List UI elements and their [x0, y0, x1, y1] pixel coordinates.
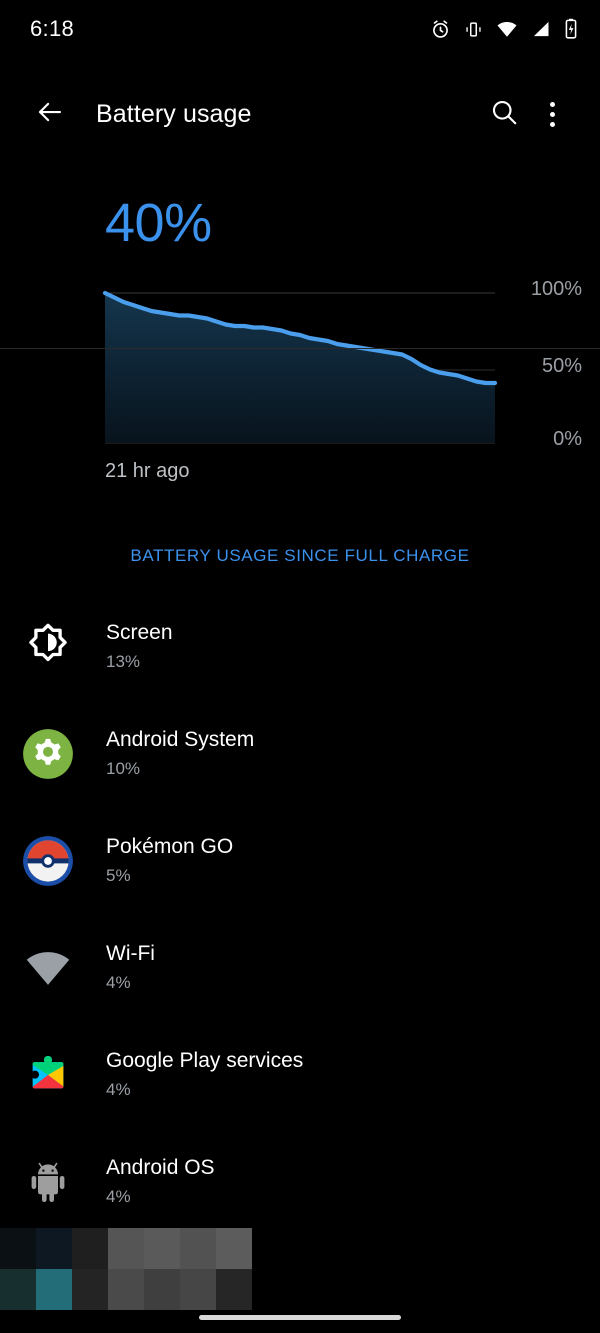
battery-history-chart: 100% 50% 0%: [0, 275, 600, 450]
vibrate-icon: [464, 20, 483, 39]
usage-item-title: Android System: [106, 728, 255, 751]
redacted-pixel-block: [72, 1228, 108, 1269]
google-play-icon: [32, 1055, 64, 1088]
usage-list-item[interactable]: Pokémon GO 5%: [0, 807, 600, 914]
pokeball-icon: [20, 833, 76, 889]
usage-item-title: Google Play services: [106, 1049, 304, 1072]
settings-gear-icon: [20, 726, 76, 782]
usage-item-title: Screen: [106, 621, 173, 644]
chart-axis-labels: 100% 50% 0%: [500, 275, 582, 450]
back-button[interactable]: [26, 90, 74, 138]
search-button[interactable]: [480, 90, 528, 138]
usage-item-percent: 4%: [106, 1080, 131, 1099]
google-play-icon: [20, 1047, 76, 1103]
brightness-icon: [20, 619, 76, 675]
battery-chart-section: 40% 100% 50% 0% 21 hr ago: [0, 160, 600, 508]
home-gesture-pill[interactable]: [199, 1315, 401, 1320]
redacted-pixel-block: [216, 1228, 252, 1269]
axis-label-50: 50%: [541, 355, 582, 377]
usage-item-text: Android OS 4%: [106, 1154, 215, 1209]
status-bar: 6:18: [0, 0, 600, 58]
app-bar: Battery usage: [0, 76, 600, 152]
cellular-signal-icon: [531, 19, 551, 39]
axis-label-100: 100%: [530, 278, 582, 300]
redacted-pixel-block: [216, 1269, 252, 1310]
redacted-pixel-block: [108, 1269, 144, 1310]
usage-list-item[interactable]: Google Play services 4%: [0, 1021, 600, 1128]
usage-item-text: Screen 13%: [106, 619, 173, 674]
redacted-pixel-block: [0, 1269, 36, 1310]
usage-item-percent: 4%: [106, 1187, 131, 1206]
usage-list-item[interactable]: Wi-Fi 4%: [0, 914, 600, 1021]
redacted-pixel-block: [108, 1228, 144, 1269]
wifi-icon: [496, 18, 518, 40]
chart-area-fill: [105, 293, 495, 443]
pokeball-icon: [23, 835, 73, 886]
redacted-pixel-block: [144, 1228, 180, 1269]
redacted-content-row: [0, 1228, 600, 1314]
usage-item-title: Android OS: [106, 1156, 215, 1179]
back-arrow-icon: [35, 97, 65, 132]
usage-item-percent: 5%: [106, 866, 131, 885]
usage-item-title: Pokémon GO: [106, 835, 234, 858]
overflow-menu-icon: [549, 101, 555, 127]
battery-usage-list: Screen 13% Android System 10% Pokémon GO…: [0, 593, 600, 1235]
redacted-pixel-block: [72, 1269, 108, 1310]
usage-item-text: Google Play services 4%: [106, 1047, 303, 1102]
section-divider: [0, 348, 600, 349]
search-icon: [489, 97, 519, 132]
list-section-header: BATTERY USAGE SINCE FULL CHARGE: [130, 546, 470, 565]
usage-list-item[interactable]: Screen 13%: [0, 593, 600, 700]
usage-list-item[interactable]: Android OS 4%: [0, 1128, 600, 1235]
battery-charging-icon: [564, 18, 578, 40]
battery-usage-screen: 6:18 Battery usage 40% 100% 50% 0% 21 hr…: [0, 0, 600, 1333]
page-title: Battery usage: [96, 99, 252, 128]
alarm-icon: [430, 19, 451, 40]
usage-item-text: Pokémon GO 5%: [106, 833, 233, 888]
usage-item-percent: 4%: [106, 973, 131, 992]
android-robot-icon: [31, 1162, 65, 1202]
redacted-pixel-block: [0, 1228, 36, 1269]
redacted-pixel-block: [36, 1228, 72, 1269]
android-robot-icon: [20, 1154, 76, 1210]
settings-gear-icon: [23, 728, 73, 779]
redacted-pixel-block: [180, 1228, 216, 1269]
status-bar-clock: 6:18: [30, 16, 75, 41]
redacted-block-bottom: [0, 1269, 252, 1310]
battery-level-value: 40%: [105, 193, 212, 253]
redacted-pixel-block: [180, 1269, 216, 1310]
usage-item-text: Wi-Fi 4%: [106, 940, 155, 995]
redacted-pixel-block: [36, 1269, 72, 1310]
chart-time-label: 21 hr ago: [105, 460, 190, 482]
overflow-menu-button[interactable]: [528, 90, 576, 138]
usage-item-title: Wi-Fi: [106, 942, 155, 965]
usage-item-percent: 13%: [106, 652, 141, 671]
usage-list-item[interactable]: Android System 10%: [0, 700, 600, 807]
usage-item-text: Android System 10%: [106, 726, 254, 781]
wifi-icon: [20, 940, 76, 996]
status-bar-icons: [430, 18, 578, 40]
brightness-icon: [29, 623, 67, 661]
usage-item-percent: 10%: [106, 759, 141, 778]
wifi-icon: [26, 951, 70, 985]
axis-label-0: 0%: [553, 428, 582, 450]
redacted-pixel-block: [144, 1269, 180, 1310]
